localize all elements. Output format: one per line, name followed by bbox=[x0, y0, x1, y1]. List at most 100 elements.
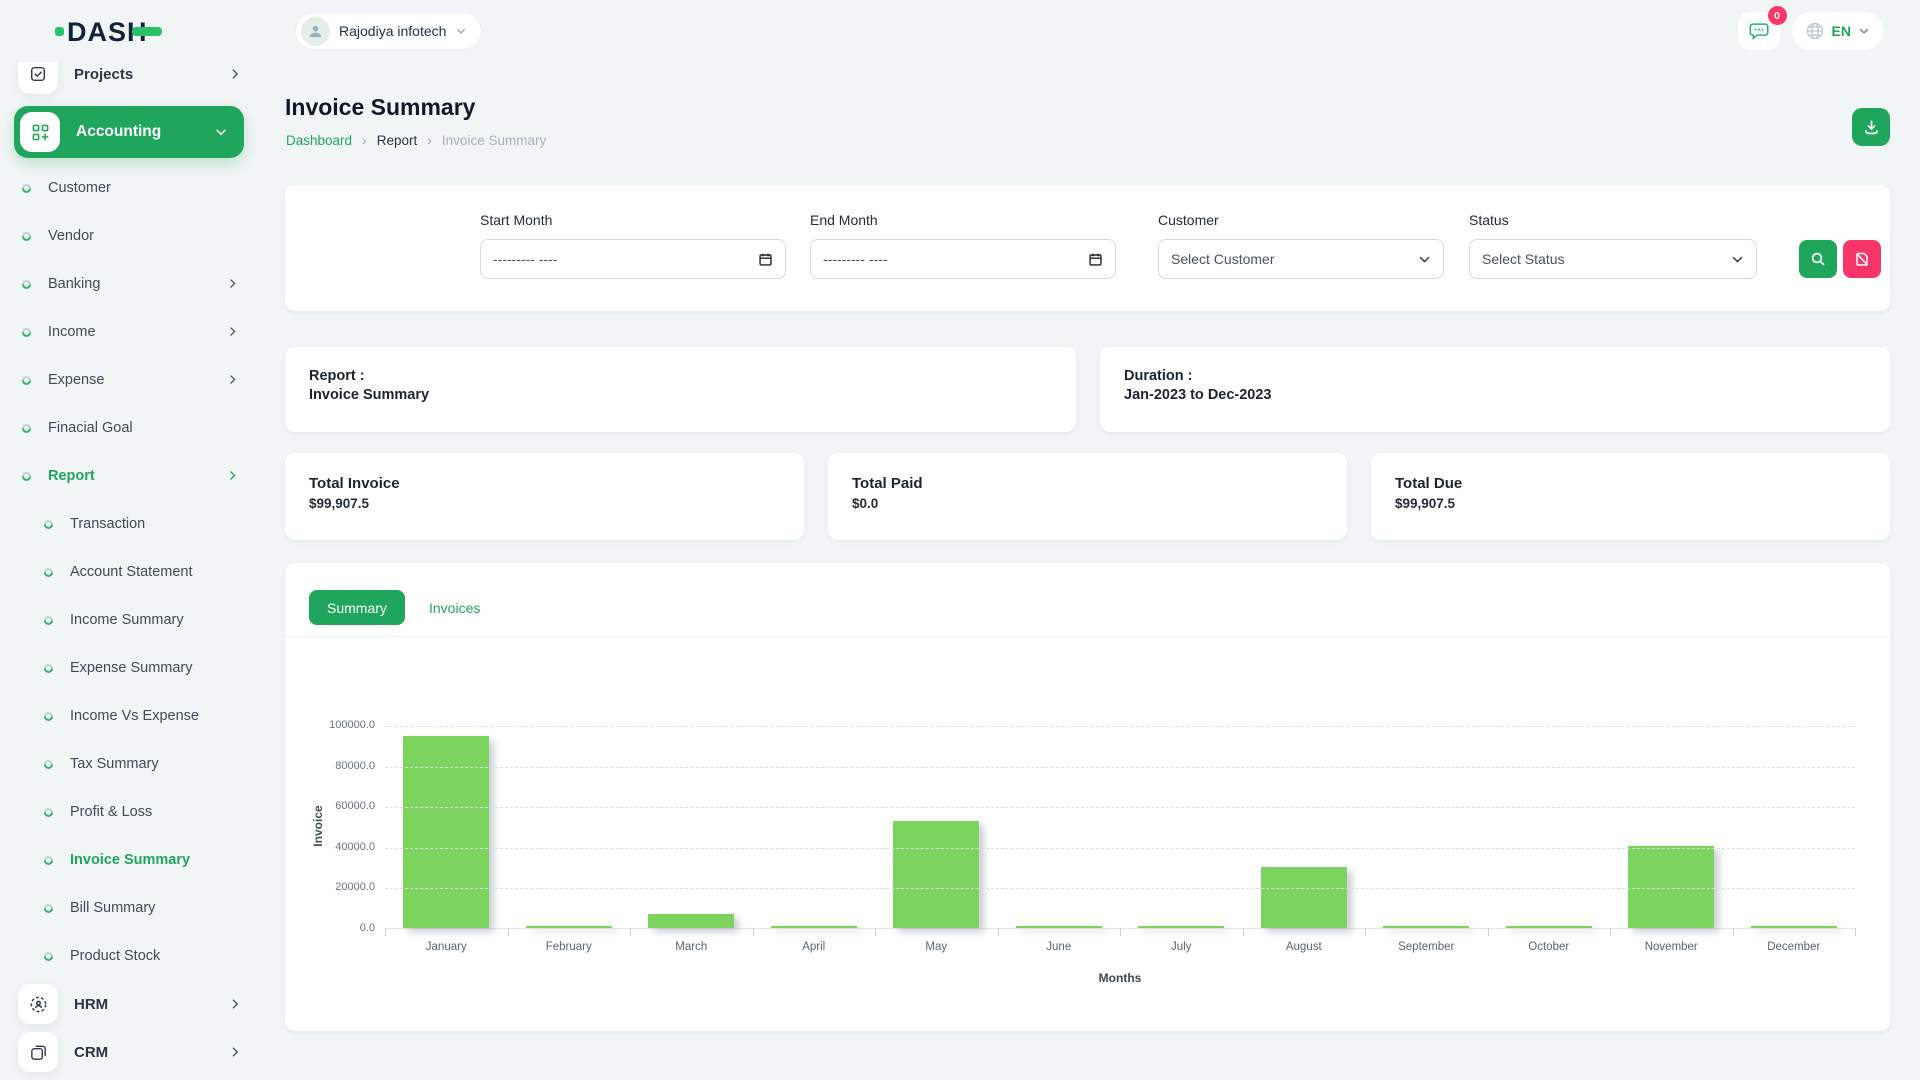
breadcrumb-separator: › bbox=[362, 132, 367, 148]
sidebar-item-income-summary[interactable]: Income Summary bbox=[0, 596, 258, 644]
crm-icon bbox=[18, 1032, 58, 1072]
brand-logo: DASH bbox=[55, 16, 162, 48]
breadcrumb-report: Report bbox=[377, 133, 418, 148]
sidebar-item-label: Projects bbox=[74, 66, 228, 83]
sidebar-item-transaction[interactable]: Transaction bbox=[0, 500, 258, 548]
bullet-icon bbox=[42, 662, 55, 675]
chart-card: Summary Invoices Invoice 0.020000.040000… bbox=[285, 563, 1890, 1031]
bar-slot bbox=[1365, 726, 1488, 928]
tab-invoices[interactable]: Invoices bbox=[419, 590, 490, 625]
sidebar-item-account-statement[interactable]: Account Statement bbox=[0, 548, 258, 596]
chevron-right-icon bbox=[226, 277, 240, 291]
sidebar-nav: Projects Accounting Customer bbox=[0, 62, 258, 1076]
sidebar-item-hrm[interactable]: HRM bbox=[0, 980, 258, 1028]
bullet-icon bbox=[20, 422, 33, 435]
company-name: Rajodiya infotech bbox=[339, 23, 446, 39]
axis-tick bbox=[1120, 928, 1121, 936]
sidebar-item-report[interactable]: Report bbox=[0, 452, 258, 500]
x-tick-label: May bbox=[875, 941, 998, 953]
total-paid-value: $0.0 bbox=[852, 496, 1323, 511]
sidebar-item-income-vs-expense[interactable]: Income Vs Expense bbox=[0, 692, 258, 740]
bar-march bbox=[648, 914, 734, 928]
bar-slot bbox=[508, 726, 631, 928]
sidebar-item-expense[interactable]: Expense bbox=[0, 356, 258, 404]
sidebar-item-income[interactable]: Income bbox=[0, 308, 258, 356]
bullet-icon bbox=[42, 614, 55, 627]
bullet-icon bbox=[20, 278, 33, 291]
breadcrumb-current: Invoice Summary bbox=[442, 133, 546, 148]
apply-filter-button[interactable] bbox=[1799, 240, 1837, 278]
total-due-value: $99,907.5 bbox=[1395, 496, 1866, 511]
y-tick-label: 60000.0 bbox=[335, 800, 375, 812]
sidebar: Projects Accounting Customer bbox=[0, 62, 258, 1080]
bar-slot bbox=[875, 726, 998, 928]
y-tick-label: 80000.0 bbox=[335, 760, 375, 772]
bar-slot bbox=[385, 726, 508, 928]
messages-button[interactable]: 0 bbox=[1738, 12, 1780, 50]
y-tick-label: 100000.0 bbox=[329, 719, 375, 731]
axis-tick bbox=[1610, 928, 1611, 936]
sidebar-item-bill-summary[interactable]: Bill Summary bbox=[0, 884, 258, 932]
chevron-right-icon bbox=[226, 325, 240, 339]
sidebar-item-banking[interactable]: Banking bbox=[0, 260, 258, 308]
customer-select[interactable]: Select Customer bbox=[1158, 239, 1444, 279]
status-selected-value: Select Status bbox=[1482, 251, 1565, 267]
language-label: EN bbox=[1832, 23, 1851, 39]
axis-tick bbox=[875, 928, 876, 936]
sidebar-item-product-stock[interactable]: Product Stock bbox=[0, 932, 258, 980]
x-tick-label: February bbox=[508, 941, 631, 953]
sidebar-item-customer[interactable]: Customer bbox=[0, 164, 258, 212]
duration-info-card: Duration : Jan-2023 to Dec-2023 bbox=[1100, 347, 1890, 432]
sidebar-item-invoice-summary[interactable]: Invoice Summary bbox=[0, 836, 258, 884]
reset-filter-button[interactable] bbox=[1843, 240, 1881, 278]
filter-card: Start Month --------- ---- End Month ---… bbox=[285, 185, 1890, 311]
status-label: Status bbox=[1469, 212, 1757, 228]
sidebar-item-crm[interactable]: CRM bbox=[0, 1028, 258, 1076]
gridline bbox=[385, 848, 1855, 849]
sidebar-item-accounting[interactable]: Accounting bbox=[14, 106, 244, 158]
end-month-input[interactable]: --------- ---- bbox=[810, 239, 1116, 279]
gridline bbox=[385, 767, 1855, 768]
bar-slot bbox=[1610, 726, 1733, 928]
start-month-input[interactable]: --------- ---- bbox=[480, 239, 786, 279]
sidebar-item-profit-loss[interactable]: Profit & Loss bbox=[0, 788, 258, 836]
chevron-down-icon bbox=[1418, 253, 1431, 266]
total-invoice-label: Total Invoice bbox=[309, 475, 780, 492]
chart-x-axis-ticks: JanuaryFebruaryMarchAprilMayJuneJulyAugu… bbox=[385, 941, 1855, 953]
logo-dash-accent bbox=[132, 27, 162, 36]
total-paid-label: Total Paid bbox=[852, 475, 1323, 492]
status-select[interactable]: Select Status bbox=[1469, 239, 1757, 279]
sidebar-item-tax-summary[interactable]: Tax Summary bbox=[0, 740, 258, 788]
bar-slot bbox=[1120, 726, 1243, 928]
sidebar-item-projects[interactable]: Projects bbox=[0, 62, 258, 98]
chevron-down-icon bbox=[214, 125, 228, 139]
bullet-icon bbox=[42, 902, 55, 915]
download-button[interactable] bbox=[1852, 108, 1890, 146]
gridline bbox=[385, 726, 1855, 727]
bar-slot bbox=[1243, 726, 1366, 928]
bar-august bbox=[1261, 867, 1347, 928]
bullet-icon bbox=[20, 470, 33, 483]
axis-tick bbox=[1365, 928, 1366, 936]
x-tick-label: August bbox=[1243, 941, 1366, 953]
sidebar-item-vendor[interactable]: Vendor bbox=[0, 212, 258, 260]
language-selector[interactable]: EN bbox=[1792, 12, 1883, 50]
start-month-field: Start Month --------- ---- bbox=[480, 212, 786, 279]
tab-summary[interactable]: Summary bbox=[309, 590, 405, 625]
bar-slot bbox=[630, 726, 753, 928]
breadcrumb-dashboard-link[interactable]: Dashboard bbox=[286, 133, 352, 148]
bullet-icon bbox=[42, 854, 55, 867]
bullet-icon bbox=[20, 374, 33, 387]
sidebar-item-expense-summary[interactable]: Expense Summary bbox=[0, 644, 258, 692]
company-selector[interactable]: Rajodiya infotech bbox=[295, 12, 482, 50]
sidebar-item-financial-goal[interactable]: Finacial Goal bbox=[0, 404, 258, 452]
end-month-field: End Month --------- ---- bbox=[810, 212, 1116, 279]
y-tick-label: 40000.0 bbox=[335, 841, 375, 853]
x-tick-label: January bbox=[385, 941, 508, 953]
duration-value: Jan-2023 to Dec-2023 bbox=[1124, 387, 1866, 403]
bar-april bbox=[771, 926, 857, 928]
clear-filter-icon bbox=[1854, 251, 1870, 267]
end-month-placeholder: --------- ---- bbox=[823, 251, 888, 267]
chevron-down-icon bbox=[1858, 25, 1870, 37]
total-invoice-value: $99,907.5 bbox=[309, 496, 780, 511]
